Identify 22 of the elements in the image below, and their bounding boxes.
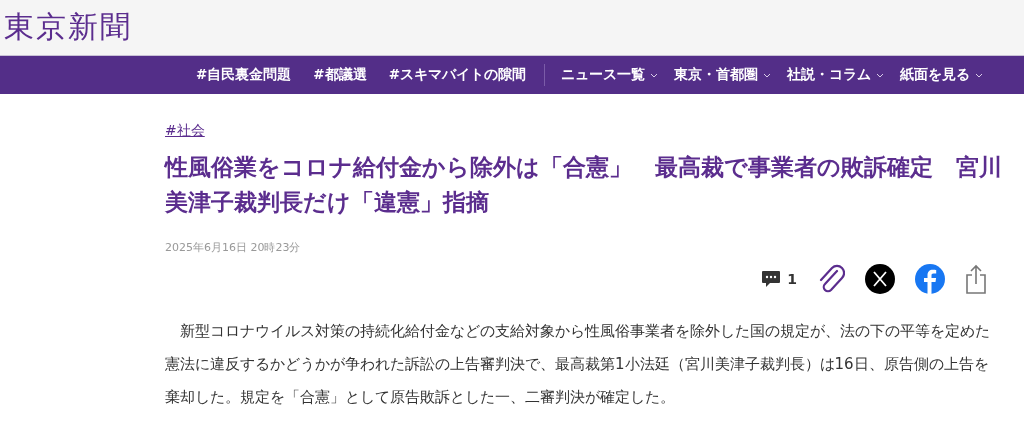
nav-tag-link[interactable]: #自民裏金問題 [196, 66, 292, 84]
nav-tag-link[interactable]: #都議選 [313, 66, 367, 84]
paperclip-icon[interactable] [817, 263, 845, 295]
headline: 性風俗業をコロナ給付金から除外は「合憲」 最高裁で事業者の敗訴確定 宮川美津子裁判長だけ「違憲」指摘 [165, 153, 1003, 217]
comment-count: 1 [787, 271, 797, 287]
nav-menu[interactable]: ニュース一覧 [560, 66, 658, 84]
article-paragraph: 新型コロナウイルス対策の持続化給付金などの支給対象から性風俗事業者を除外した国の規定が、法の下の平等を定めた憲法に違反するかどうかが争われた訴訟の上告審判決で、最高裁第1小法廷（宮川美津子裁判長）は16日、原告側の上告を棄却した。規定を「合憲」として原告敗訴とした一、二審判決が確定した。 [165, 321, 991, 408]
chevron-icon [649, 72, 658, 78]
share-icon[interactable] [965, 264, 987, 294]
publish-date: 2025年6月16日 20時23分 [165, 240, 302, 255]
nav-tag-link[interactable]: #スキマバイトの隙間 [388, 66, 526, 84]
chevron-icon [875, 72, 884, 78]
nav-menu[interactable]: 東京・首都圏 [673, 66, 771, 84]
x-logo-icon[interactable] [865, 264, 895, 294]
comment-icon[interactable] [761, 270, 782, 288]
facebook-icon[interactable] [915, 264, 945, 294]
chevron-icon [974, 72, 983, 78]
nav-menu[interactable]: 紙面を見る [899, 66, 983, 84]
category-link[interactable]: #社会 [165, 122, 205, 140]
chevron-icon [762, 72, 771, 78]
logo[interactable]: 東京新聞 [4, 7, 132, 48]
nav-menu[interactable]: 社説・コラム [786, 66, 884, 84]
